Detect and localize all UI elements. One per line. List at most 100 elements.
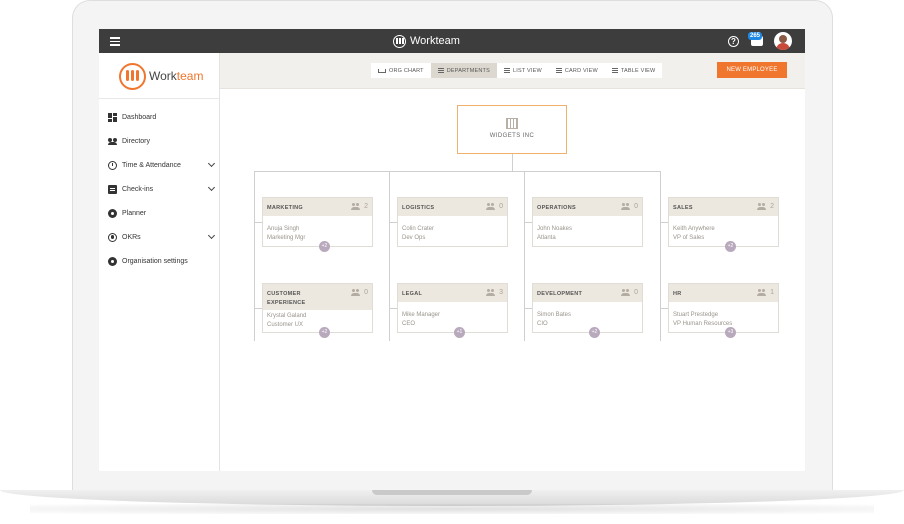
department-chart: WIDGETS INC MARKETING 2 Anuja Singh Marke… (220, 89, 805, 471)
department-name: HR (673, 291, 682, 297)
department-name: OPERATIONS (537, 205, 576, 211)
people-icon (351, 203, 361, 210)
connector-line (254, 308, 262, 309)
sidebar-nav: Dashboard Directory Time & Attendance Ch… (99, 105, 219, 273)
department-card[interactable]: MARKETING 2 Anuja Singh Marketing Mgr +2 (262, 197, 373, 252)
connector-line (524, 308, 532, 309)
departments-icon (437, 68, 444, 73)
connector-line (660, 308, 668, 309)
people-icon (757, 289, 767, 296)
tab-org-chart[interactable]: ORG CHART (371, 63, 431, 78)
sidebar-item-label: Dashboard (122, 113, 157, 121)
connector-line (389, 222, 397, 223)
chevron-down-icon[interactable] (207, 183, 216, 192)
tab-table-view[interactable]: TABLE VIEW (605, 63, 663, 78)
org-chart-icon (378, 68, 386, 73)
department-head: Mike Manager CEO (402, 312, 441, 327)
department-head: Keith Anywhere VP of Sales (673, 226, 715, 241)
connector-line (389, 308, 397, 309)
new-employee-button[interactable]: NEW EMPLOYEE (717, 62, 787, 78)
connector-line (660, 171, 661, 341)
sidebar-item-time-attendance[interactable]: Time & Attendance (99, 153, 219, 177)
building-icon (506, 118, 518, 129)
planner-icon (108, 208, 117, 218)
workteam-logo-icon (119, 62, 146, 90)
more-members-badge[interactable]: +2 (725, 241, 736, 252)
top-bar: Workteam ? 265 (99, 29, 805, 53)
app-brand[interactable]: Workteam (393, 34, 460, 48)
sidebar: Workteam Dashboard Directory Time & Atte… (99, 53, 220, 471)
connector-line (660, 222, 668, 223)
more-members-badge[interactable]: +3 (725, 327, 736, 338)
department-card[interactable]: DEVELOPMENT 0 Simon Bates CIO +2 (532, 283, 643, 338)
department-header: MARKETING 2 (263, 198, 372, 216)
member-count: 3 (486, 289, 503, 296)
department-header: CUSTOMER EXPERIENCE 0 (263, 284, 372, 310)
member-count: 0 (486, 203, 503, 210)
department-header: DEVELOPMENT 0 (533, 284, 642, 302)
more-members-badge[interactable]: +2 (589, 327, 600, 338)
member-count: 0 (621, 203, 638, 210)
department-card[interactable]: SALES 2 Keith Anywhere VP of Sales +2 (668, 197, 779, 252)
brand-name: Workteam (410, 35, 460, 47)
connector-line (254, 171, 660, 172)
chevron-down-icon[interactable] (207, 231, 216, 240)
department-card[interactable]: CUSTOMER EXPERIENCE 0 Krystal Galand Cust… (262, 283, 373, 338)
department-head: Colin Crater Dev Ops (402, 226, 435, 241)
connector-line (254, 222, 262, 223)
department-name: MARKETING (267, 205, 304, 211)
sidebar-item-organisation-settings[interactable]: Organisation settings (99, 249, 219, 273)
department-name: LOGISTICS (402, 205, 435, 211)
department-header: LOGISTICS 0 (398, 198, 507, 216)
sidebar-item-okrs[interactable]: OKRs (99, 225, 219, 249)
menu-icon[interactable] (110, 37, 120, 46)
people-icon (108, 137, 117, 146)
department-head: Krystal Galand Customer UX (267, 313, 307, 328)
view-toolbar: ORG CHART DEPARTMENTS LIST VIEW CARD VIE… (220, 53, 805, 89)
sidebar-item-label: OKRs (122, 233, 141, 241)
sidebar-item-label: Check-ins (122, 185, 154, 193)
sidebar-item-label: Planner (122, 209, 147, 217)
department-card[interactable]: LOGISTICS 0 Colin Crater Dev Ops (397, 197, 508, 247)
department-card[interactable]: HR 1 Stuart Prestedge VP Human Resources … (668, 283, 779, 338)
department-name: DEVELOPMENT (537, 291, 583, 297)
connector-line (254, 171, 255, 341)
department-header: SALES 2 (669, 198, 778, 216)
sidebar-item-check-ins[interactable]: Check-ins (99, 177, 219, 201)
member-count: 1 (757, 289, 774, 296)
member-count: 0 (621, 289, 638, 296)
people-icon (351, 289, 361, 296)
more-members-badge[interactable]: +1 (454, 327, 465, 338)
tab-card-view[interactable]: CARD VIEW (549, 63, 605, 78)
company-root-node[interactable]: WIDGETS INC (457, 105, 567, 154)
more-members-badge[interactable]: +2 (319, 327, 330, 338)
sidebar-logo[interactable]: Workteam (119, 61, 203, 91)
connector-line (512, 154, 513, 171)
department-card[interactable]: OPERATIONS 0 John Noakes Atlanta (532, 197, 643, 247)
card-icon (555, 68, 562, 73)
member-count: 0 (351, 289, 368, 296)
people-icon (621, 203, 631, 210)
user-avatar[interactable] (774, 32, 792, 50)
gear-icon (108, 256, 117, 266)
help-icon[interactable]: ? (728, 36, 739, 47)
target-icon (108, 232, 117, 242)
department-header: LEGAL 3 (398, 284, 507, 302)
people-icon (621, 289, 631, 296)
sidebar-item-planner[interactable]: Planner (99, 201, 219, 225)
department-head: Stuart Prestedge VP Human Resources (673, 312, 733, 327)
view-switcher: ORG CHART DEPARTMENTS LIST VIEW CARD VIE… (371, 63, 663, 78)
sidebar-divider (99, 98, 219, 99)
people-icon (486, 203, 496, 210)
member-count: 2 (757, 203, 774, 210)
tab-departments[interactable]: DEPARTMENTS (430, 63, 497, 78)
tab-list-view[interactable]: LIST VIEW (497, 63, 549, 78)
sidebar-item-label: Organisation settings (122, 257, 188, 265)
sidebar-item-dashboard[interactable]: Dashboard (99, 105, 219, 129)
department-card[interactable]: LEGAL 3 Mike Manager CEO +1 (397, 283, 508, 338)
more-members-badge[interactable]: +2 (319, 241, 330, 252)
sidebar-item-directory[interactable]: Directory (99, 129, 219, 153)
people-icon (486, 289, 496, 296)
chevron-down-icon[interactable] (207, 159, 216, 168)
clipboard-icon (108, 184, 117, 194)
